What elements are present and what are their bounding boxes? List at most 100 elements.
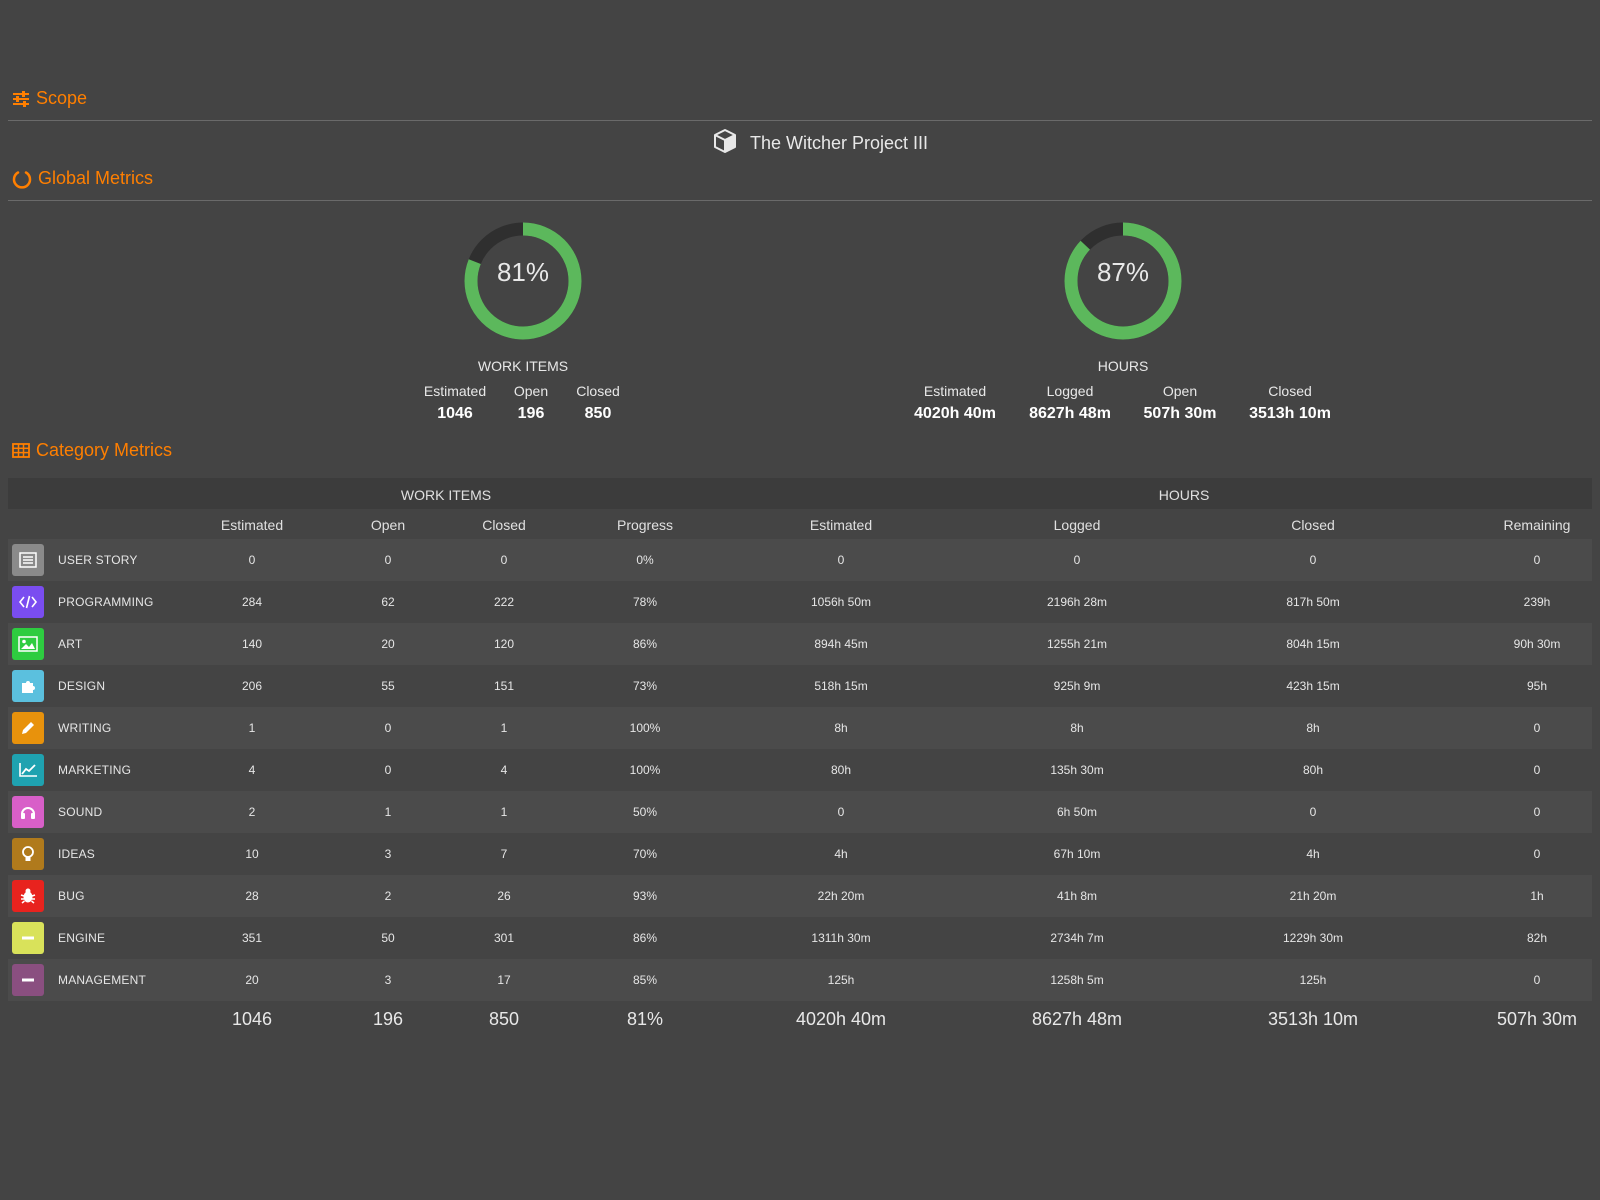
category-metrics-header: Category Metrics [12,440,172,461]
scope-header: Scope [12,88,87,109]
puzzle-icon [12,670,44,702]
table-cell: 8h [834,721,848,735]
table-cell: 7 [500,847,508,861]
table-cell: 1229h 30m [1282,931,1344,945]
hours-stat-logged: Logged 8627h 48m [1029,383,1111,423]
table-row: BUG 28 2 26 93% 22h 20m 41h 8m 21h 20m 1h [8,875,1592,917]
table-row: IDEAS 10 3 7 70% 4h 67h 10m 4h 0 [8,833,1592,875]
table-cell: 3 [384,847,392,861]
stat-value: 196 [517,405,545,422]
category-name: DESIGN [58,679,106,693]
table-cell: 100% [629,721,661,735]
line-chart-icon [12,754,44,786]
table-cell: 62 [381,595,395,609]
table-cell: 125h [827,973,855,987]
table-cell: 206 [241,679,263,693]
stat-label: Closed [1268,383,1312,399]
table-cell: 73% [632,679,658,693]
total-cell: 8627h 48m [1031,1009,1123,1029]
table-cell: 804h 15m [1286,637,1340,651]
table-cell: 4h [1306,847,1320,861]
work-items-percent: 81% [496,257,550,287]
stat-label: Open [1162,383,1198,399]
table-cell: 3 [384,973,392,987]
table-cell: 518h 15m [814,679,868,693]
table-row: DESIGN 206 55 151 73% 518h 15m 925h 9m 423h 15m… [8,665,1592,707]
pencil-icon [12,712,44,744]
table-cell: 50% [632,805,658,819]
table-cell: 239h [1523,595,1551,609]
table-row: ART 140 20 120 86% 894h 45m 1255h 21m 804h 15m 9… [8,623,1592,665]
bug-icon [12,880,44,912]
project-title: The Witcher Project III [0,128,1600,159]
image-icon [12,628,44,660]
table-cell: 0 [500,553,508,567]
table-cell: 1258h 5m [1050,973,1104,987]
col-header: Remaining [1503,517,1571,533]
table-cell: 0 [384,721,392,735]
stat-value: 850 [584,405,612,422]
table-cell: 8h [1306,721,1320,735]
work-items-stat-closed: Closed 850 [576,383,620,423]
table-icon [12,443,30,458]
table-cell: 0 [1073,553,1081,567]
table-cell: 2 [384,889,392,903]
table-cell: 95h [1526,679,1548,693]
table-cell: 120 [493,637,515,651]
total-cell: 507h 30m [1496,1009,1578,1029]
table-cell: 82h [1526,931,1548,945]
hours-gauge: 87% HOURS [1058,216,1188,374]
table-cell: 0 [248,553,256,567]
table-cell: 6h 50m [1056,805,1098,819]
table-cell: 21h 20m [1289,889,1337,903]
table-cell: 17 [497,973,511,987]
table-cell: 0 [1533,973,1541,987]
col-header: Progress [616,517,674,533]
table-cell: 86% [632,637,658,651]
category-name: PROGRAMMING [58,595,154,609]
table-cell: 925h 9m [1053,679,1101,693]
table-row: PROGRAMMING 284 62 222 78% 1056h 50m 2196h 28m… [8,581,1592,623]
table-cell: 1 [500,805,508,819]
hours-stat-estimated: Estimated 4020h 40m [914,383,996,423]
col-header: Open [370,517,406,533]
table-cell: 351 [241,931,263,945]
table-cell: 90h 30m [1513,637,1561,651]
table-cell: 151 [493,679,515,693]
total-cell: 4020h 40m [795,1009,887,1029]
category-name: ART [58,637,83,651]
table-group-header: WORK ITEMS HOURS [8,478,1592,509]
category-name: WRITING [58,721,112,735]
table-cell: 2196h 28m [1046,595,1108,609]
group-hours: HOURS [1158,487,1210,503]
table-cell: 1h [1530,889,1544,903]
table-cell: 125h [1299,973,1327,987]
category-table: WORK ITEMS HOURS Estimated Open Closed P… [8,478,1592,1041]
table-cell: 284 [241,595,263,609]
table-cell: 1 [384,805,392,819]
table-cell: 0 [1533,847,1541,861]
table-cell: 222 [493,595,515,609]
category-name: USER STORY [58,553,138,567]
stat-value: 4020h 40m [914,405,996,422]
table-row: MARKETING 4 0 4 100% 80h 135h 30m 80h 0 [8,749,1592,791]
table-cell: 4 [500,763,508,777]
table-cell: 0 [1533,763,1541,777]
table-cell: 20 [245,973,259,987]
stat-label: Closed [576,383,620,399]
table-row: MANAGEMENT 20 3 17 85% 125h 1258h 5m 125h 0 [8,959,1592,1001]
work-items-stat-estimated: Estimated 1046 [424,383,486,423]
stat-label: Open [513,383,549,399]
category-name: ENGINE [58,931,106,945]
col-header: Closed [1291,517,1335,533]
list-icon [12,544,44,576]
table-cell: 20 [381,637,395,651]
category-name: IDEAS [58,847,96,861]
total-cell: 3513h 10m [1267,1009,1359,1029]
table-row: WRITING 1 0 1 100% 8h 8h 8h 0 [8,707,1592,749]
table-body: USER STORY 0 0 0 0% 0 0 0 0 PROGRAMMING 284 62 222 78… [8,539,1592,1001]
table-cell: 8h [1070,721,1084,735]
category-name: MARKETING [58,763,132,777]
table-cell: 2734h 7m [1050,931,1104,945]
table-cell: 80h [830,763,852,777]
